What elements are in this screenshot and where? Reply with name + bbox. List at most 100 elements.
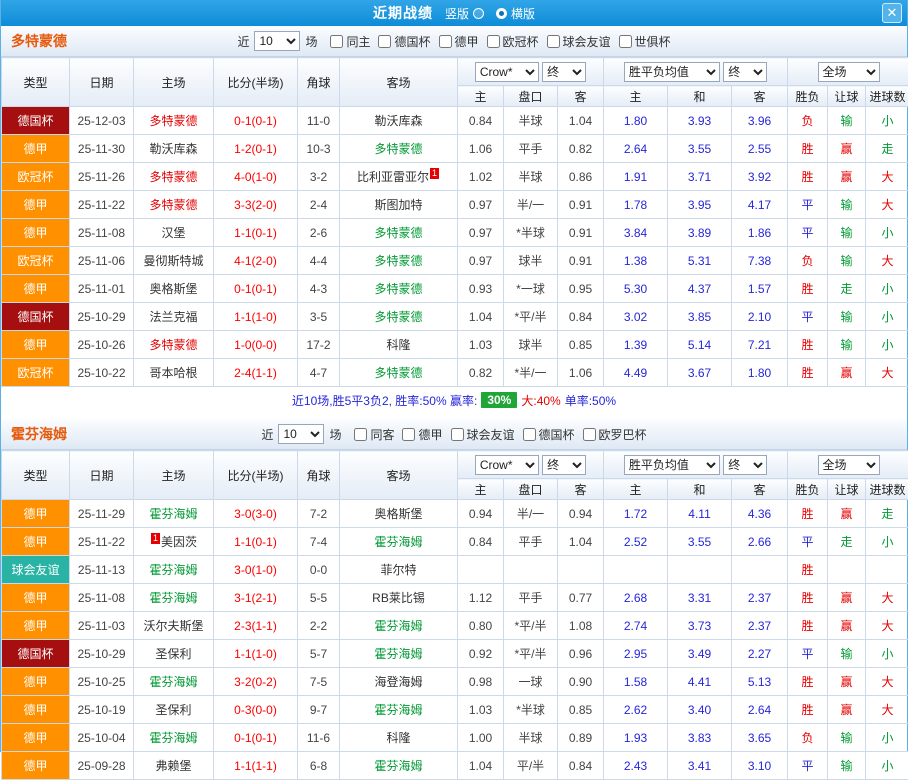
match-count-select[interactable]: 10 (254, 31, 300, 51)
result-handicap: 输 (828, 331, 866, 359)
league-filter-checkbox[interactable] (487, 35, 500, 48)
corner-cell: 10-3 (298, 135, 340, 163)
odds-company-select[interactable]: Crow* (475, 62, 539, 82)
league-filter-checkbox[interactable] (523, 428, 536, 441)
match-type-cell: 德甲 (2, 135, 70, 163)
match-count-select[interactable]: 10 (278, 424, 324, 444)
result-scope-select[interactable]: 全场 (818, 62, 880, 82)
euro-away-odds: 5.13 (732, 668, 788, 696)
match-type-cell: 德甲 (2, 500, 70, 528)
league-filter-checkbox[interactable] (451, 428, 464, 441)
league-filter-checkbox[interactable] (619, 35, 632, 48)
horizontal-radio[interactable] (496, 8, 507, 19)
away-team-cell: 霍芬海姆 (340, 696, 458, 724)
score-cell: 3-1(2-1) (214, 584, 298, 612)
layout-option-horizontal[interactable]: 横版 (496, 5, 535, 22)
handicap-home-odds: 0.92 (458, 640, 504, 668)
result-goals: 大 (866, 612, 908, 640)
away-team-name: 比利亚雷亚尔 (357, 170, 429, 184)
euro-odds-group: 胜平负均值 终 (604, 58, 788, 86)
league-filter[interactable]: 德国杯 (378, 33, 430, 50)
league-filter[interactable]: 同客 (354, 426, 394, 443)
handicap-home-odds: 1.12 (458, 584, 504, 612)
league-filter-label: 德甲 (455, 33, 479, 50)
handicap-line: 球半 (504, 331, 558, 359)
euro-stage-select[interactable]: 终 (723, 62, 767, 82)
team-header-bar: 霍芬海姆 近 10 场 同客德甲球会友谊德国杯欧罗巴杯 (1, 419, 907, 450)
score-cell: 3-2(0-2) (214, 668, 298, 696)
result-scope-select[interactable]: 全场 (818, 455, 880, 475)
corner-cell: 0-0 (298, 556, 340, 584)
league-filter[interactable]: 球会友谊 (451, 426, 515, 443)
league-filter[interactable]: 世俱杯 (619, 33, 671, 50)
score-cell: 0-1(0-1) (214, 275, 298, 303)
result-goals: 大 (866, 359, 908, 387)
away-team-cell: 菲尔特 (340, 556, 458, 584)
league-filter[interactable]: 欧冠杯 (487, 33, 539, 50)
league-filter-checkbox[interactable] (378, 35, 391, 48)
home-team-cell: 汉堡 (134, 219, 214, 247)
handicap-home-odds: 0.93 (458, 275, 504, 303)
result-wdl: 胜 (788, 696, 828, 724)
result-wdl: 胜 (788, 275, 828, 303)
odds-stage-select[interactable]: 终 (542, 455, 586, 475)
col-odds-away: 客 (558, 479, 604, 500)
corner-cell: 7-4 (298, 528, 340, 556)
modal-title: 近期战绩 (373, 3, 433, 23)
result-goals: 走 (866, 500, 908, 528)
score-cell: 3-0(1-0) (214, 556, 298, 584)
home-team-name: 霍芬海姆 (149, 591, 197, 605)
odds-stage-select[interactable]: 终 (542, 62, 586, 82)
league-filter-checkbox[interactable] (583, 428, 596, 441)
col-euro-away: 客 (732, 86, 788, 107)
corner-cell: 2-2 (298, 612, 340, 640)
handicap-line: 半/一 (504, 500, 558, 528)
league-filter-checkbox[interactable] (439, 35, 452, 48)
result-goals: 小 (866, 219, 908, 247)
result-handicap: 输 (828, 724, 866, 752)
euro-odds-select[interactable]: 胜平负均值 (624, 455, 720, 475)
league-filter[interactable]: 球会友谊 (547, 33, 611, 50)
odds-company-select[interactable]: Crow* (475, 455, 539, 475)
euro-draw-odds: 3.31 (668, 584, 732, 612)
league-filter-checkbox[interactable] (354, 428, 367, 441)
match-row: 德国杯25-10-29圣保利1-1(1-0)5-7霍芬海姆0.92*平/半0.9… (2, 640, 908, 668)
league-filter[interactable]: 德甲 (402, 426, 442, 443)
euro-draw-odds: 3.49 (668, 640, 732, 668)
match-type-cell: 德甲 (2, 584, 70, 612)
euro-draw-odds: 3.93 (668, 107, 732, 135)
result-handicap: 赢 (828, 500, 866, 528)
col-handicap: 盘口 (504, 479, 558, 500)
league-filter-checkbox[interactable] (547, 35, 560, 48)
league-filter[interactable]: 德国杯 (523, 426, 575, 443)
close-button[interactable]: ✕ (882, 3, 902, 23)
match-type-cell: 德甲 (2, 275, 70, 303)
league-filter[interactable]: 欧罗巴杯 (583, 426, 647, 443)
match-row: 德甲25-11-01奥格斯堡0-1(0-1)4-3多特蒙德0.93*一球0.95… (2, 275, 908, 303)
corner-cell: 11-0 (298, 107, 340, 135)
handicap-away-odds: 0.86 (558, 163, 604, 191)
euro-home-odds: 1.39 (604, 331, 668, 359)
league-filter-checkbox[interactable] (402, 428, 415, 441)
euro-odds-select[interactable]: 胜平负均值 (624, 62, 720, 82)
col-type: 类型 (2, 58, 70, 107)
match-date-cell: 25-10-25 (70, 668, 134, 696)
euro-draw-odds: 3.55 (668, 135, 732, 163)
home-team-cell: 多特蒙德 (134, 331, 214, 359)
score-cell: 1-0(0-0) (214, 331, 298, 359)
layout-option-vertical[interactable]: 竖版 (445, 5, 484, 22)
match-date-cell: 25-10-19 (70, 696, 134, 724)
away-team-name: 霍芬海姆 (374, 647, 422, 661)
score-cell: 0-1(0-1) (214, 724, 298, 752)
league-filter[interactable]: 同主 (330, 33, 370, 50)
vertical-radio[interactable] (473, 8, 484, 19)
euro-draw-odds: 3.55 (668, 528, 732, 556)
euro-stage-select[interactable]: 终 (723, 455, 767, 475)
league-filter[interactable]: 德甲 (439, 33, 479, 50)
result-goals: 大 (866, 668, 908, 696)
filter-controls: 近 10 场 同客德甲球会友谊德国杯欧罗巴杯 (261, 424, 646, 444)
handicap-away-odds: 0.84 (558, 303, 604, 331)
result-goals: 大 (866, 696, 908, 724)
score-cell: 1-1(1-0) (214, 640, 298, 668)
league-filter-checkbox[interactable] (330, 35, 343, 48)
